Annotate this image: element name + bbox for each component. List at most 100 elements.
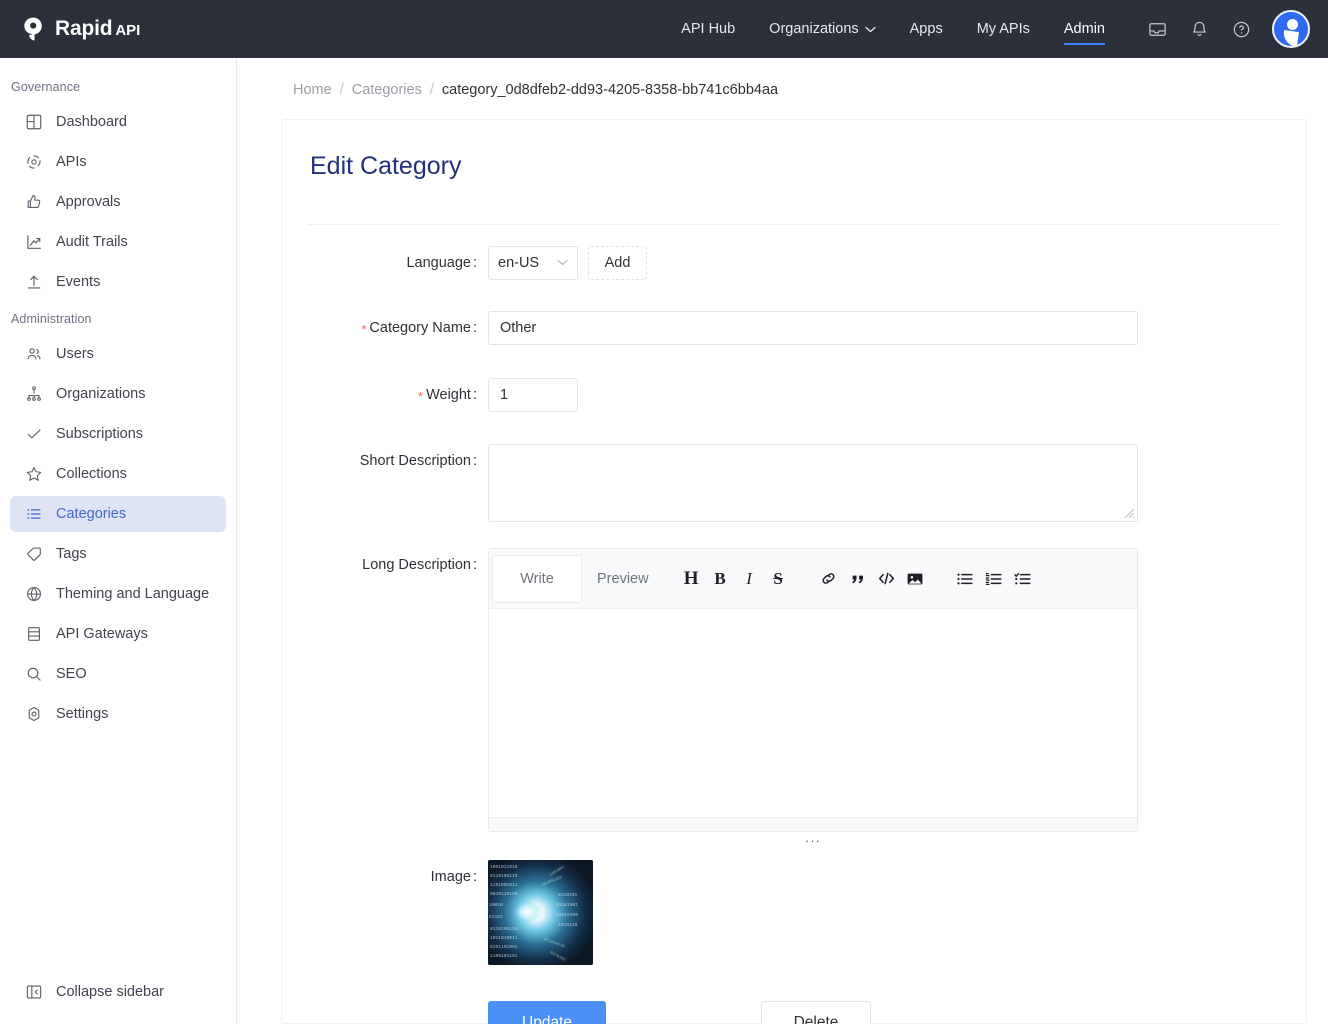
svg-text:10110100: 10110100 xyxy=(556,912,578,918)
quote-icon[interactable] xyxy=(843,564,872,594)
language-row: Language: en-US Add xyxy=(308,246,1280,280)
chevron-down-icon xyxy=(864,21,876,37)
brand-logo[interactable]: Rapid API xyxy=(20,16,140,42)
sidebar-item-audit-trails[interactable]: Audit Trails xyxy=(10,224,226,260)
breadcrumb: Home / Categories / category_0d8dfeb2-dd… xyxy=(237,58,1328,98)
breadcrumb-home[interactable]: Home xyxy=(293,82,332,98)
svg-text:1011010011: 1011010011 xyxy=(490,935,518,941)
long-description-row: Long Description: Write Preview H B I S … xyxy=(308,548,1280,847)
nav-utility-icons xyxy=(1136,0,1310,58)
sidebar-item-label: SEO xyxy=(56,666,87,682)
strikethrough-icon[interactable]: S xyxy=(764,564,793,594)
nav-item-api-hub[interactable]: API Hub xyxy=(664,0,752,58)
svg-text:1001011010: 1001011010 xyxy=(490,864,518,870)
image-icon[interactable] xyxy=(901,564,930,594)
breadcrumb-separator: / xyxy=(339,82,344,98)
tab-write[interactable]: Write xyxy=(492,554,582,603)
sidebar-item-label: Categories xyxy=(56,506,127,522)
sidebar-item-events[interactable]: Events xyxy=(10,264,226,300)
short-description-row: Short Description: xyxy=(308,444,1280,522)
language-label: Language: xyxy=(406,255,477,271)
sidebar-item-organizations[interactable]: Organizations xyxy=(10,376,226,412)
nav-item-admin[interactable]: Admin xyxy=(1047,0,1122,58)
add-language-button[interactable]: Add xyxy=(588,246,647,280)
sidebar-item-dashboard[interactable]: Dashboard xyxy=(10,104,226,140)
task-list-icon[interactable] xyxy=(1009,564,1038,594)
tab-preview[interactable]: Preview xyxy=(585,555,661,603)
language-select[interactable]: en-US xyxy=(488,246,578,280)
sidebar-item-label: API Gateways xyxy=(56,626,148,642)
sidebar-item-tags[interactable]: Tags xyxy=(10,536,226,572)
bold-icon[interactable]: B xyxy=(706,564,735,594)
sidebar-item-label: Approvals xyxy=(56,194,121,210)
sidebar: Governance Dashboard APIs Approvals Audi… xyxy=(0,58,237,1024)
numbered-list-icon[interactable] xyxy=(980,564,1009,594)
nav-item-my-apis[interactable]: My APIs xyxy=(960,0,1047,58)
nav-item-label: Admin xyxy=(1063,21,1105,37)
sidebar-item-categories[interactable]: Categories xyxy=(10,496,226,532)
list-icon xyxy=(24,504,44,524)
short-description-textarea[interactable] xyxy=(488,444,1138,522)
org-tree-icon xyxy=(24,384,44,404)
sidebar-item-settings[interactable]: Settings xyxy=(10,696,226,732)
sidebar-item-seo[interactable]: SEO xyxy=(10,656,226,692)
collapse-sidebar-button[interactable]: Collapse sidebar xyxy=(0,974,237,1010)
star-icon xyxy=(24,464,44,484)
users-icon xyxy=(24,344,44,364)
user-avatar-icon[interactable] xyxy=(1272,10,1310,48)
link-icon[interactable] xyxy=(814,564,843,594)
sidebar-item-approvals[interactable]: Approvals xyxy=(10,184,226,220)
markdown-editor: Write Preview H B I S xyxy=(488,548,1138,832)
delete-button[interactable]: Delete xyxy=(761,1001,871,1024)
markdown-write-area[interactable] xyxy=(489,609,1137,817)
breadcrumb-current: category_0d8dfeb2-dd93-4205-8358-bb741c6… xyxy=(441,82,779,98)
nav-item-label: Organizations xyxy=(769,21,859,37)
sidebar-item-api-gateways[interactable]: API Gateways xyxy=(10,616,226,652)
sidebar-section-governance: Governance xyxy=(11,80,81,94)
rapidapi-logo-icon xyxy=(20,16,46,42)
resize-grip-icon[interactable] xyxy=(1124,508,1135,519)
nav-item-label: Apps xyxy=(909,21,943,37)
settings-gear-icon xyxy=(24,704,44,724)
bell-icon[interactable] xyxy=(1178,0,1220,58)
chevron-down-icon xyxy=(557,257,568,269)
markdown-footer xyxy=(489,817,1137,831)
sidebar-item-label: Events xyxy=(56,274,101,290)
markdown-resize-handle[interactable]: ··· xyxy=(488,834,1138,847)
category-image-thumbnail[interactable]: 1001011010 0110100110 1101001011 0010110… xyxy=(488,860,593,965)
update-button[interactable]: Update xyxy=(488,1001,606,1024)
sidebar-item-theming-and-language[interactable]: Theming and Language xyxy=(10,576,226,612)
category-name-input[interactable]: Other xyxy=(488,311,1138,345)
breadcrumb-categories[interactable]: Categories xyxy=(352,82,422,98)
inbox-icon[interactable] xyxy=(1136,0,1178,58)
nav-item-organizations[interactable]: Organizations xyxy=(752,0,892,58)
svg-text:0110100110: 0110100110 xyxy=(490,926,518,932)
bullet-list-icon[interactable] xyxy=(951,564,980,594)
sidebar-item-users[interactable]: Users xyxy=(10,336,226,372)
italic-icon[interactable]: I xyxy=(735,564,764,594)
short-description-label: Short Description: xyxy=(359,453,477,469)
sidebar-item-label: Users xyxy=(56,346,94,362)
sidebar-item-label: Tags xyxy=(56,546,87,562)
svg-text:10010: 10010 xyxy=(489,902,503,908)
weight-input[interactable]: 1 xyxy=(488,378,578,412)
nav-item-label: API Hub xyxy=(681,21,736,37)
upload-arrow-icon xyxy=(24,272,44,292)
code-icon[interactable] xyxy=(872,564,901,594)
database-icon xyxy=(24,624,44,644)
sidebar-item-collections[interactable]: Collections xyxy=(10,456,226,492)
help-circle-icon[interactable] xyxy=(1220,0,1262,58)
binary-code-tunnel-icon: 1001011010 0110100110 1101001011 0010110… xyxy=(488,860,593,965)
svg-text:0110101: 0110101 xyxy=(558,892,578,898)
nav-item-label: My APIs xyxy=(976,21,1030,37)
nav-item-apps[interactable]: Apps xyxy=(893,0,960,58)
category-name-row: * Category Name: Other xyxy=(308,311,1280,347)
svg-text:1101001011: 1101001011 xyxy=(490,882,518,888)
heading-icon[interactable]: H xyxy=(677,564,706,594)
form-actions: Update Delete xyxy=(308,1001,1280,1024)
sidebar-item-subscriptions[interactable]: Subscriptions xyxy=(10,416,226,452)
brand-name: Rapid API xyxy=(55,17,141,40)
svg-text:0110100110: 0110100110 xyxy=(490,873,518,879)
sidebar-item-apis[interactable]: APIs xyxy=(10,144,226,180)
image-label: Image: xyxy=(430,869,477,885)
